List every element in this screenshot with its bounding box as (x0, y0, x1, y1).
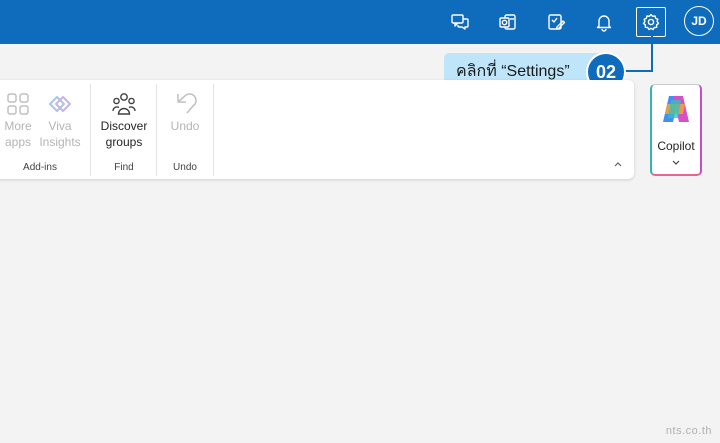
feedback-chat-icon[interactable] (445, 7, 475, 37)
group-divider (213, 84, 214, 176)
avatar[interactable]: JD (684, 6, 714, 36)
callout-connector (651, 36, 653, 72)
group-label-find: Find (114, 162, 134, 173)
people-group-icon (112, 93, 136, 115)
group-divider (90, 84, 91, 176)
viva-insights-icon (49, 96, 71, 112)
discover-groups-label-line1: Discover (100, 119, 148, 133)
copilot-logo-icon (663, 96, 689, 122)
viva-insights-button[interactable]: Viva Insights (38, 88, 82, 150)
viva-insights-label-line2: Insights (39, 135, 81, 149)
undo-arrow-icon (177, 93, 197, 114)
chevron-up-icon[interactable] (612, 158, 624, 170)
app-header-bar: JD (0, 0, 720, 44)
more-apps-label-line1: More (4, 119, 32, 133)
copilot-button[interactable]: Copilot (650, 84, 702, 176)
copilot-label: Copilot (657, 139, 695, 153)
teams-outlook-icon[interactable] (493, 7, 523, 37)
group-label-undo: Undo (173, 162, 197, 173)
chevron-down-icon (672, 160, 680, 165)
more-apps-button[interactable]: More apps (0, 88, 36, 150)
apps-grid-icon (7, 93, 29, 115)
undo-label: Undo (170, 119, 200, 133)
viva-insights-label-line1: Viva (48, 119, 72, 133)
group-label-addins: Add-ins (23, 162, 57, 173)
checklist-pen-icon[interactable] (541, 7, 571, 37)
gear-icon (642, 13, 660, 31)
watermark: nts.co.th (665, 425, 712, 437)
discover-groups-button[interactable]: Discover groups (96, 88, 152, 150)
more-apps-label-line2: apps (4, 135, 32, 149)
settings-button[interactable] (636, 7, 666, 37)
discover-groups-label-line2: groups (105, 135, 143, 149)
undo-button[interactable]: Undo (162, 88, 208, 134)
group-divider (156, 84, 157, 176)
bell-icon[interactable] (589, 7, 619, 37)
